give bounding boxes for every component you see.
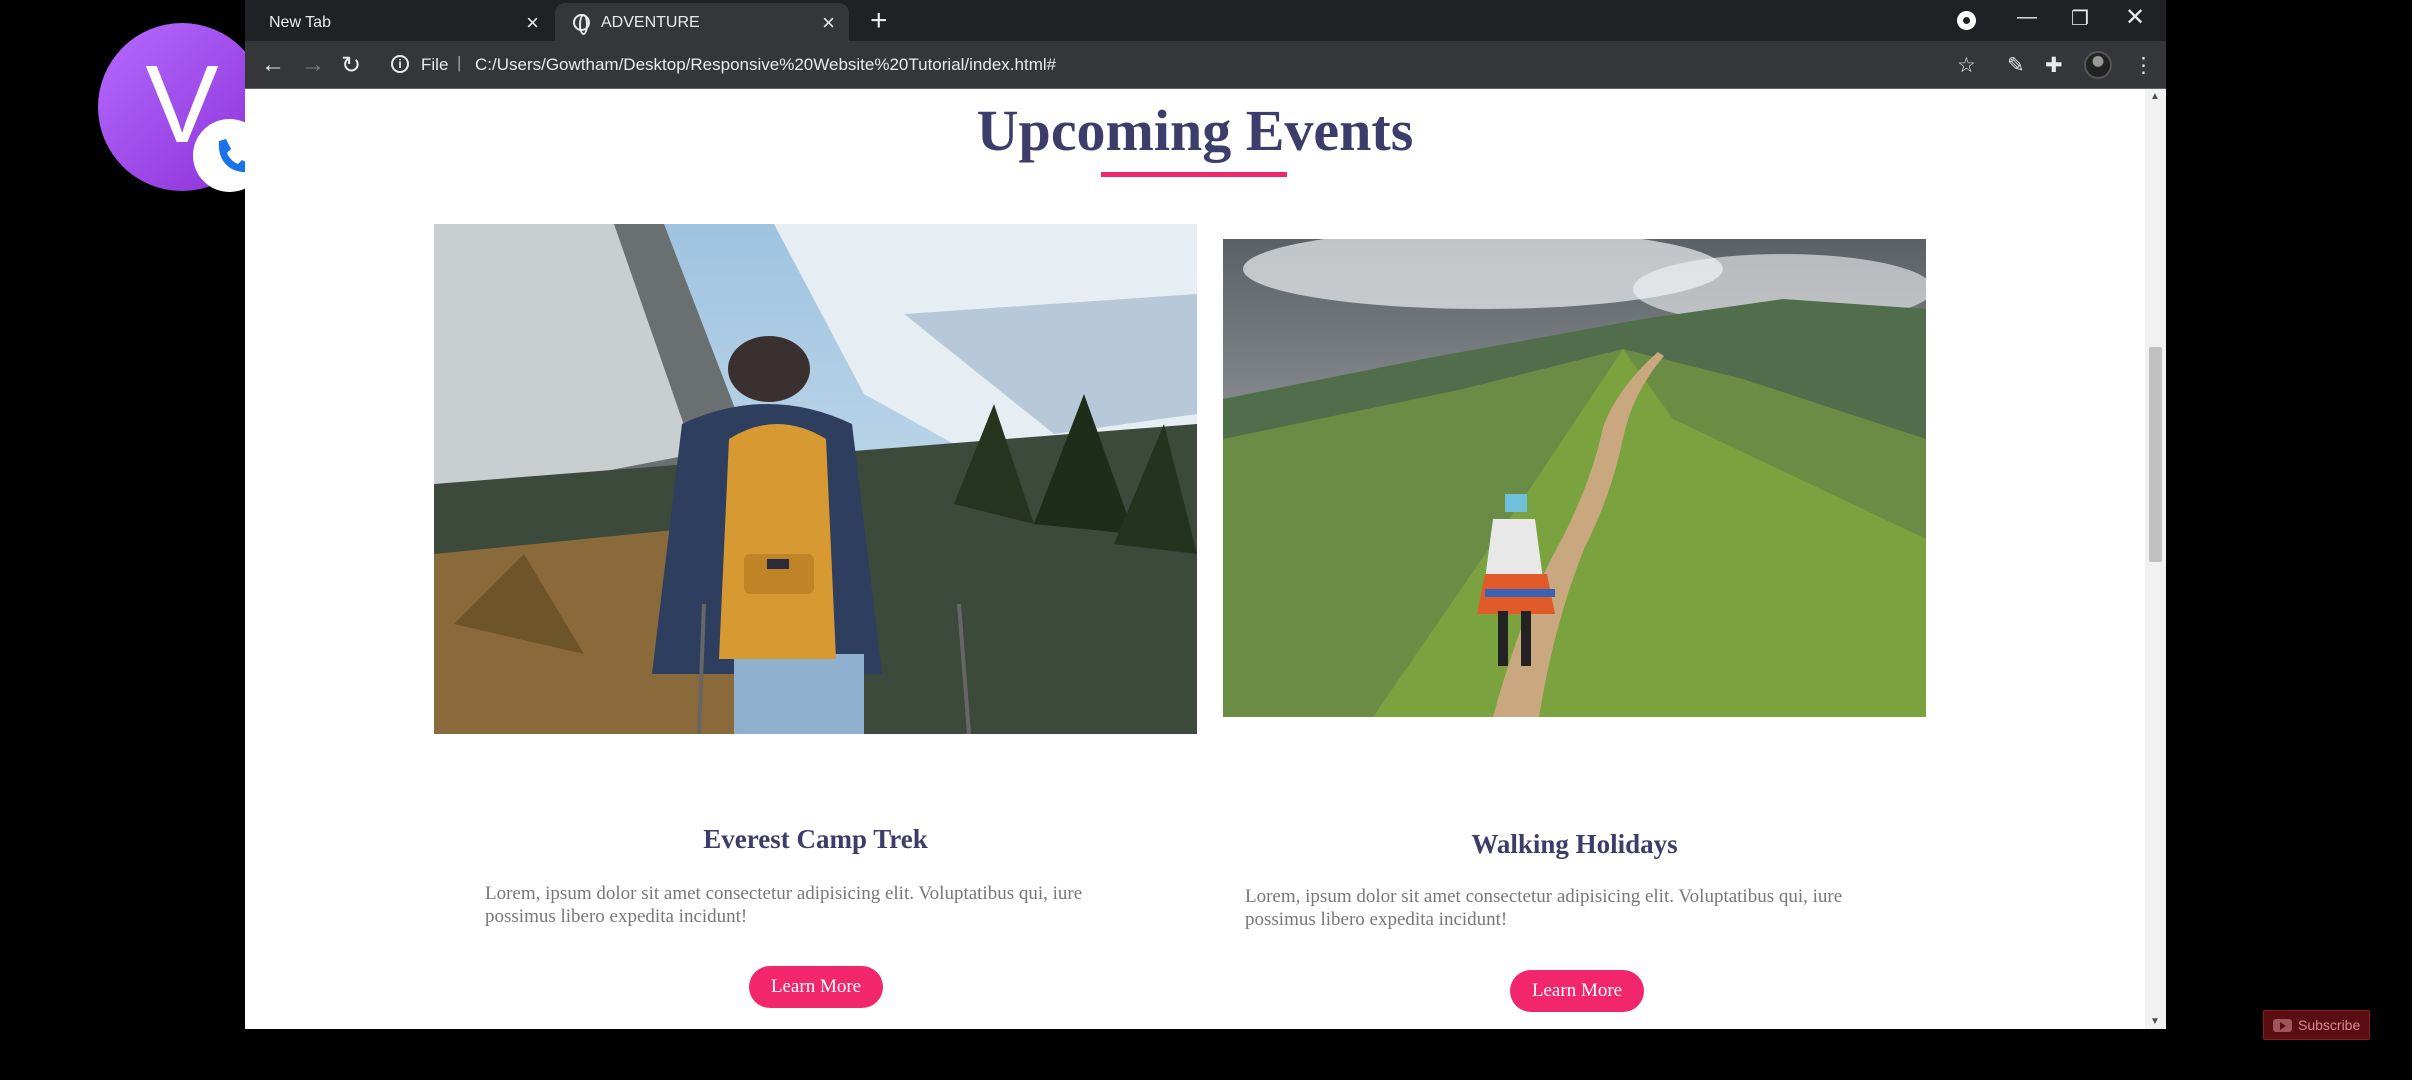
title-underline — [1101, 172, 1287, 177]
youtube-icon — [2273, 1019, 2292, 1032]
event-card: Walking Holidays Lorem, ipsum dolor sit … — [1223, 239, 1926, 1012]
event-image — [1223, 239, 1926, 717]
event-title: Everest Camp Trek — [703, 824, 928, 854]
back-arrow-icon[interactable]: ← — [261, 51, 285, 79]
page-content: Upcoming Events Everest Camp Trek Lorem,… — [245, 89, 2145, 1029]
scheme-label: File — [421, 55, 449, 74]
tab-label: ADVENTURE — [601, 14, 700, 31]
scroll-down-icon[interactable]: ▼ — [2150, 1016, 2160, 1027]
forward-arrow-icon[interactable]: → — [301, 51, 325, 79]
reload-icon[interactable]: ↻ — [341, 51, 361, 80]
browser-toolbar: ← → ↻ i File | C:/Users/Gowtham/Desktop/… — [245, 41, 2166, 89]
profile-avatar[interactable] — [2084, 51, 2112, 79]
scroll-thumb[interactable] — [2149, 347, 2162, 562]
event-description: Lorem, ipsum dolor sit amet consectetur … — [485, 883, 1083, 927]
new-tab-plus-icon[interactable]: + — [870, 4, 888, 38]
tab-new-tab[interactable]: New Tab × — [245, 3, 553, 41]
event-image — [434, 224, 1197, 734]
star-icon[interactable]: ☆ — [1957, 53, 1976, 78]
browser-window: New Tab × ADVENTURE × + — ❐ ✕ ← → ↻ i Fi… — [245, 0, 2166, 1029]
pen-icon[interactable]: ✎ — [2007, 53, 2025, 78]
scroll-up-icon[interactable]: ▲ — [2150, 91, 2160, 102]
page-scrollbar[interactable]: ▲ ▼ — [2145, 89, 2166, 1029]
info-icon[interactable]: i — [391, 55, 409, 73]
tab-label: New Tab — [269, 14, 331, 31]
address-bar[interactable]: i File | C:/Users/Gowtham/Desktop/Respon… — [381, 48, 2061, 82]
minimize-icon[interactable]: — — [2017, 6, 2037, 29]
event-title: Walking Holidays — [1471, 829, 1678, 859]
restore-icon[interactable]: ❐ — [2071, 6, 2089, 31]
event-description: Lorem, ipsum dolor sit amet consectetur … — [1245, 886, 1843, 930]
learn-more-button[interactable]: Learn More — [749, 966, 883, 1008]
record-icon[interactable] — [1957, 11, 1976, 30]
section-title: Upcoming Events — [976, 98, 1414, 163]
tab-strip: New Tab × ADVENTURE × + — ❐ ✕ — [245, 0, 2166, 41]
window-close-icon[interactable]: ✕ — [2125, 3, 2145, 32]
globe-icon — [573, 14, 590, 35]
subscribe-button[interactable]: Subscribe — [2263, 1010, 2370, 1040]
event-card: Everest Camp Trek Lorem, ipsum dolor sit… — [434, 224, 1197, 1008]
puzzle-icon[interactable]: ✚ — [2045, 53, 2063, 78]
subscribe-label: Subscribe — [2298, 1017, 2361, 1033]
address-separator: | — [457, 53, 462, 72]
learn-more-button[interactable]: Learn More — [1510, 970, 1644, 1012]
url-text[interactable]: C:/Users/Gowtham/Desktop/Responsive%20We… — [475, 55, 1056, 75]
close-icon[interactable]: × — [526, 10, 539, 36]
tab-adventure[interactable]: ADVENTURE × — [555, 3, 849, 41]
kebab-menu-icon[interactable]: ⋮ — [2133, 53, 2154, 78]
close-icon[interactable]: × — [822, 10, 835, 36]
